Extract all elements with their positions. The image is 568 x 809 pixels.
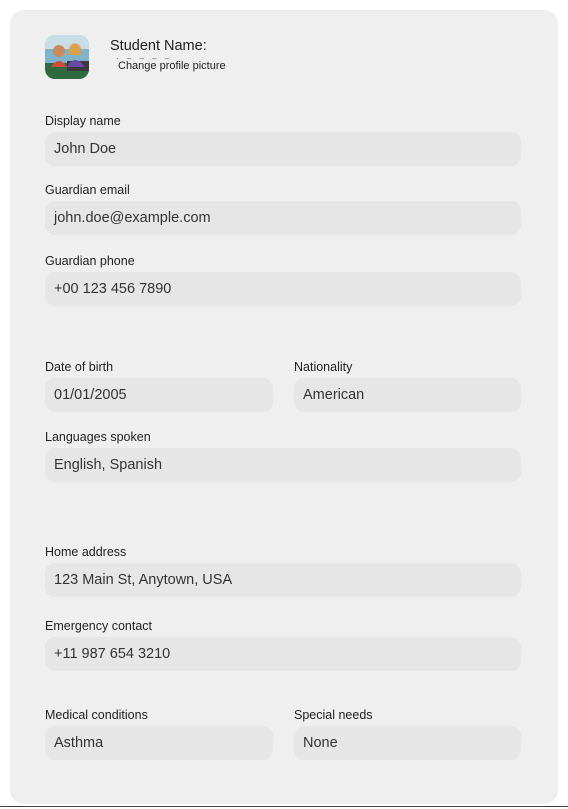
student-name-label: Student Name: (110, 38, 207, 54)
nationality-input[interactable]: American (294, 378, 521, 412)
avatar[interactable] (45, 35, 89, 79)
guardian-email-input[interactable]: john.doe@example.com (45, 201, 521, 235)
home-address-label: Home address (45, 545, 127, 559)
nationality-field: Nationality American (294, 360, 521, 412)
languages-spoken-label: Languages spoken (45, 430, 151, 444)
guardian-phone-input[interactable]: +00 123 456 7890 (45, 272, 521, 306)
emergency-contact-label: Emergency contact (45, 619, 152, 633)
home-address-input[interactable]: 123 Main St, Anytown, USA (45, 563, 521, 597)
dots-icon: · ‒ ‒ ‒ ‒ (116, 54, 173, 63)
date-of-birth-label: Date of birth (45, 360, 114, 374)
home-address-field: Home address 123 Main St, Anytown, USA (45, 545, 521, 597)
avatar-photo-icon (45, 35, 89, 79)
guardian-email-label: Guardian email (45, 183, 130, 197)
date-of-birth-field: Date of birth 01/01/2005 (45, 360, 273, 412)
date-of-birth-input[interactable]: 01/01/2005 (45, 378, 273, 412)
nationality-label: Nationality (294, 360, 353, 374)
display-name-field: Display name John Doe (45, 114, 521, 166)
guardian-phone-field: Guardian phone +00 123 456 7890 (45, 254, 521, 306)
emergency-contact-input[interactable]: +11 987 654 3210 (45, 637, 521, 671)
guardian-phone-label: Guardian phone (45, 254, 135, 268)
languages-spoken-input[interactable]: English, Spanish (45, 448, 521, 482)
medical-conditions-field: Medical conditions Asthma (45, 708, 273, 760)
special-needs-field: Special needs None (294, 708, 521, 760)
change-profile-picture-link[interactable]: · ‒ ‒ ‒ ‒ Change profile picture (116, 54, 226, 72)
profile-header: Student Name: · ‒ ‒ ‒ ‒ Change profile p… (45, 35, 345, 79)
medical-conditions-label: Medical conditions (45, 708, 148, 722)
special-needs-input[interactable]: None (294, 726, 521, 760)
medical-conditions-input[interactable]: Asthma (45, 726, 273, 760)
guardian-email-field: Guardian email john.doe@example.com (45, 183, 521, 235)
languages-spoken-field: Languages spoken English, Spanish (45, 430, 521, 482)
emergency-contact-field: Emergency contact +11 987 654 3210 (45, 619, 521, 671)
display-name-input[interactable]: John Doe (45, 132, 521, 166)
bottom-divider (0, 806, 568, 807)
display-name-label: Display name (45, 114, 121, 128)
special-needs-label: Special needs (294, 708, 373, 722)
student-profile-card: Student Name: · ‒ ‒ ‒ ‒ Change profile p… (10, 10, 558, 804)
